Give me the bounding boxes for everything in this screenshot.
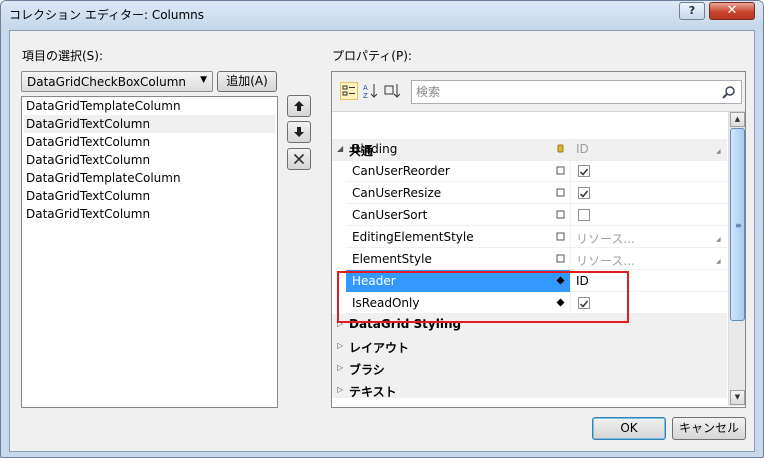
property-value[interactable]: リソース...	[576, 252, 635, 269]
category-brush[interactable]: ▷ ブラシ	[332, 358, 727, 380]
property-marker-icon[interactable]	[556, 232, 565, 241]
category-text[interactable]: ▷ テキスト	[332, 380, 727, 399]
property-row-elementstyle[interactable]: ElementStyle リソース... ◢	[346, 248, 727, 270]
remove-button[interactable]	[287, 148, 311, 170]
property-marker-icon[interactable]	[556, 210, 565, 219]
property-row-canuserreorder[interactable]: CanUserReorder	[346, 160, 727, 182]
cancel-button[interactable]: キャンセル	[672, 417, 746, 440]
property-row-canuserresize[interactable]: CanUserResize	[346, 182, 727, 204]
list-item[interactable]: DataGridTextColumn	[24, 187, 275, 205]
category-name: ブラシ	[349, 363, 385, 377]
title-bar[interactable]: コレクション エディター: Columns ? ✕	[1, 1, 763, 29]
checkbox-checked[interactable]	[578, 187, 590, 199]
list-item[interactable]: DataGridTextColumn	[24, 205, 275, 223]
property-name: Binding	[352, 142, 398, 156]
move-up-button[interactable]	[287, 95, 311, 117]
window-title: コレクション エディター: Columns	[9, 8, 205, 22]
property-name: EditingElementStyle	[352, 230, 474, 244]
item-type-value: DataGridCheckBoxColumn	[27, 75, 187, 89]
list-item[interactable]: DataGridTemplateColumn	[24, 97, 275, 115]
chevron-down-icon: ▼	[200, 75, 207, 85]
svg-text:A: A	[363, 84, 368, 92]
collapsed-triangle-icon[interactable]: ▷	[337, 385, 343, 394]
property-grid-toolbar: A Z	[332, 72, 745, 112]
svg-text:Z: Z	[363, 92, 368, 100]
arrow-down-icon	[294, 127, 304, 137]
categorized-icon	[342, 85, 355, 96]
checkbox-checked[interactable]	[578, 165, 590, 177]
category-name: レイアウト	[349, 341, 410, 355]
property-name: CanUserSort	[352, 208, 428, 222]
property-row-canusersort[interactable]: CanUserSort	[346, 204, 727, 226]
property-row-editingelementstyle[interactable]: EditingElementStyle リソース... ◢	[346, 226, 727, 248]
scroll-down-icon[interactable]: ▼	[730, 390, 745, 405]
checkbox-unchecked[interactable]	[578, 209, 590, 221]
list-item[interactable]: DataGridTextColumn	[24, 133, 275, 151]
property-grid-scrollbar[interactable]: ▲ ≡ ▼	[728, 112, 745, 406]
list-item[interactable]: DataGridTemplateColumn	[24, 169, 275, 187]
property-marker-icon[interactable]	[556, 166, 565, 175]
resize-corner-icon: ◢	[716, 236, 721, 243]
sort-source-icon	[384, 84, 401, 98]
item-list[interactable]: DataGridTemplateColumn DataGridTextColum…	[21, 96, 278, 408]
resize-corner-icon: ◢	[716, 258, 721, 265]
delete-x-icon	[293, 153, 305, 165]
search-input[interactable]	[416, 83, 706, 101]
dialog-client-area: 項目の選択(S): DataGridCheckBoxColumn ▼ 追加(A)…	[9, 30, 755, 452]
search-icon[interactable]	[722, 85, 736, 99]
ok-button[interactable]: OK	[592, 417, 666, 440]
sort-az-icon: A Z	[363, 84, 378, 100]
alphabetical-view-button[interactable]: A Z	[362, 82, 380, 100]
sort-by-source-button[interactable]	[384, 82, 402, 100]
list-item[interactable]: DataGridTextColumn	[24, 151, 275, 169]
property-name: CanUserResize	[352, 186, 442, 200]
properties-label: プロパティ(P):	[332, 49, 412, 63]
collapsed-triangle-icon[interactable]: ▷	[337, 363, 343, 372]
expanded-triangle-icon[interactable]: ◢	[337, 144, 343, 153]
scroll-up-icon[interactable]: ▲	[730, 112, 745, 127]
categorized-view-button[interactable]	[340, 82, 358, 100]
property-marker-icon[interactable]	[556, 188, 565, 197]
category-layout[interactable]: ▷ レイアウト	[332, 336, 727, 358]
property-name: ElementStyle	[352, 252, 432, 266]
close-button[interactable]: ✕	[709, 2, 755, 20]
property-value[interactable]: リソース...	[576, 230, 635, 247]
property-marker-icon[interactable]	[556, 254, 565, 263]
item-type-combobox[interactable]: DataGridCheckBoxColumn ▼	[21, 71, 213, 92]
property-row-binding[interactable]: Binding ID ◢	[346, 138, 727, 160]
collection-editor-window: コレクション エディター: Columns ? ✕ 項目の選択(S): Data…	[0, 0, 764, 458]
help-button[interactable]: ?	[679, 2, 705, 20]
arrow-up-icon	[294, 101, 304, 111]
move-down-button[interactable]	[287, 121, 311, 143]
scrollbar-thumb[interactable]: ≡	[730, 128, 745, 321]
property-name: CanUserReorder	[352, 164, 450, 178]
items-label: 項目の選択(S):	[22, 49, 104, 63]
property-value[interactable]: ID	[576, 142, 589, 156]
add-button[interactable]: 追加(A)	[217, 71, 277, 92]
category-name: テキスト	[349, 385, 397, 399]
highlight-annotation-box	[337, 271, 629, 323]
resize-corner-icon: ◢	[716, 148, 721, 155]
list-item-selected[interactable]: DataGridTextColumn	[24, 115, 275, 133]
property-search-box[interactable]	[411, 80, 742, 104]
collapsed-triangle-icon[interactable]: ▷	[337, 341, 343, 350]
binding-icon[interactable]	[556, 144, 565, 153]
